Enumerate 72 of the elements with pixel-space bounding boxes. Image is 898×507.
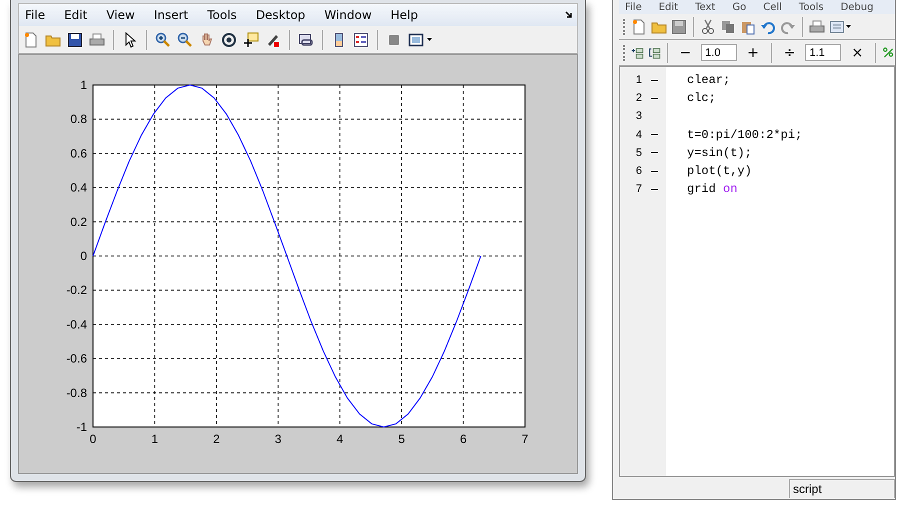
y-tick-label: -1 <box>76 420 87 434</box>
rotate-icon[interactable] <box>221 32 237 48</box>
x-tick-label: 7 <box>522 432 528 446</box>
x-tick-label: 3 <box>274 432 282 446</box>
menu-item[interactable]: Debug <box>840 2 874 12</box>
menu-item[interactable]: Tools <box>207 8 237 22</box>
menu-item[interactable]: View <box>106 8 135 22</box>
print-icon[interactable] <box>89 32 105 48</box>
second-value-field[interactable]: 1.1 <box>805 44 842 61</box>
code-line: grid on <box>687 182 738 196</box>
y-tick-label: -0.2 <box>66 283 87 298</box>
code-line: y=sin(t); <box>687 146 752 160</box>
y-tick-label: -0.6 <box>66 352 87 366</box>
multiply-button[interactable]: × <box>845 44 870 60</box>
menu-item[interactable]: Edit <box>64 8 88 22</box>
x-tick-label: 4 <box>336 432 344 446</box>
menu-item[interactable]: Cell <box>763 2 782 12</box>
window-icon[interactable] <box>408 32 424 48</box>
menu-item[interactable]: Tools <box>798 2 824 12</box>
menu-item[interactable]: Edit <box>658 2 678 12</box>
copy-icon[interactable] <box>720 18 736 34</box>
data-cursor-icon[interactable] <box>243 32 259 48</box>
y-tick-label: 0.8 <box>70 112 87 126</box>
x-tick-label: 2 <box>213 432 220 446</box>
y-tick-label: 0.2 <box>70 214 87 229</box>
code-line: plot(t,y) <box>687 164 752 178</box>
code-line: t=0:pi/100:2*pi; <box>687 128 802 142</box>
x-tick-label: 5 <box>398 432 405 446</box>
zoom-out-icon[interactable] <box>177 32 193 48</box>
save-icon[interactable] <box>67 32 83 48</box>
x-tick-label: 0 <box>90 432 96 446</box>
y-tick-label: -0.4 <box>66 317 87 332</box>
menu-item[interactable]: File <box>25 8 46 22</box>
menu-item[interactable]: Go <box>732 2 746 12</box>
new-file-icon[interactable] <box>631 18 647 34</box>
menu-item[interactable]: Desktop <box>256 8 306 22</box>
increment-button[interactable]: + <box>741 44 765 60</box>
line-number: 7 <box>634 183 642 196</box>
status-text: script <box>789 478 895 498</box>
code-line: clear; <box>687 73 730 88</box>
y-tick-label: 0 <box>80 249 87 263</box>
y-tick-label: -0.8 <box>66 386 87 400</box>
y-tick-label: 1 <box>80 78 87 92</box>
y-tick-label: 0.6 <box>70 146 87 160</box>
percent-icon[interactable] <box>882 44 895 60</box>
first-value-field[interactable]: 1.0 <box>701 44 738 61</box>
line-number: 4 <box>634 128 642 141</box>
divide-button[interactable]: ÷ <box>778 44 802 60</box>
link-icon[interactable] <box>298 32 314 48</box>
x-tick-label: 1 <box>151 432 158 446</box>
menu-item[interactable]: Insert <box>154 8 188 22</box>
line-number: 5 <box>634 146 642 159</box>
menu-item[interactable]: Text <box>695 2 716 12</box>
decrement-button[interactable]: − <box>673 44 698 60</box>
zoom-in-icon[interactable] <box>155 32 171 48</box>
menu-item[interactable]: File <box>625 2 642 12</box>
x-tick-label: 6 <box>460 432 467 446</box>
caret-icon[interactable] <box>427 38 432 42</box>
y-tick-label: 0.4 <box>70 180 87 195</box>
scissors-icon[interactable] <box>700 18 716 34</box>
menu-item[interactable]: Help <box>390 8 418 22</box>
dock-arrow-icon[interactable] <box>565 11 573 19</box>
menu-item[interactable]: Window <box>324 8 372 22</box>
print-icon[interactable] <box>809 18 825 34</box>
code-line: clc; <box>687 91 716 106</box>
new-file-icon[interactable] <box>23 32 39 48</box>
line-number: 3 <box>634 110 642 122</box>
legend-icon[interactable] <box>353 32 369 48</box>
line-number: 1 <box>634 74 642 86</box>
caret-icon[interactable] <box>846 24 851 28</box>
line-number: 6 <box>634 165 642 178</box>
line-number: 2 <box>634 92 642 104</box>
